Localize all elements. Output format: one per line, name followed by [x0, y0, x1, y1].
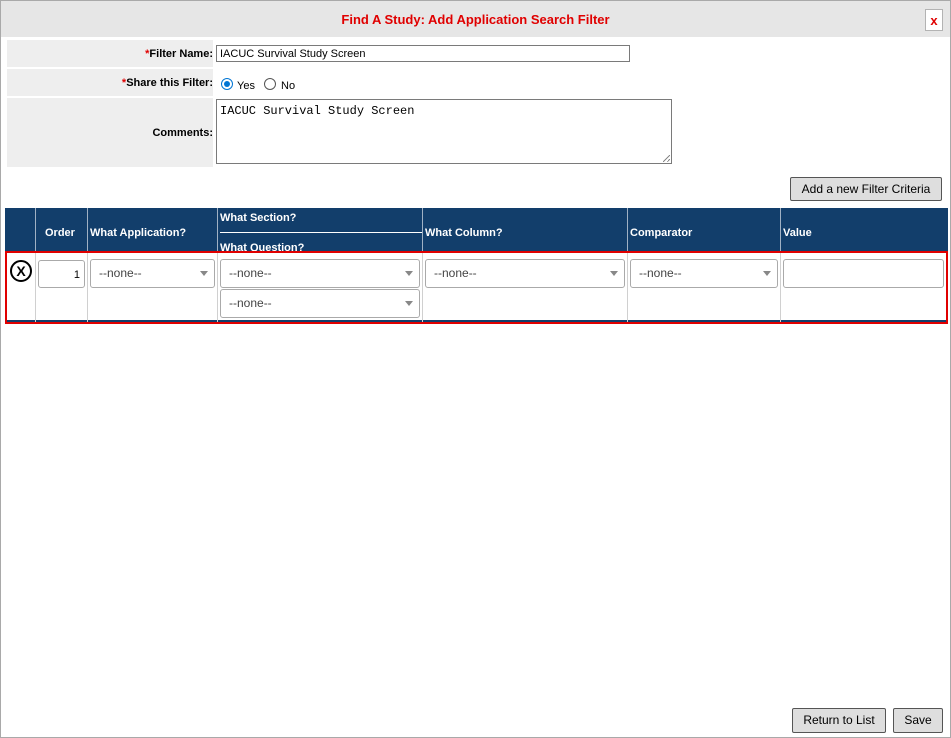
- close-button[interactable]: x: [925, 9, 943, 31]
- filter-name-label-cell: *Filter Name:: [7, 40, 213, 67]
- comments-label: Comments:: [152, 127, 213, 139]
- header-divider: [87, 208, 88, 251]
- header-comparator: Comparator: [630, 227, 693, 239]
- header-divider: [780, 208, 781, 251]
- header-order: Order: [45, 227, 75, 239]
- share-label-cell: *Share this Filter:: [7, 69, 213, 96]
- comments-textarea[interactable]: IACUC Survival Study Screen: [216, 99, 672, 164]
- header-divider: [422, 208, 423, 251]
- comments-text: IACUC Survival Study Screen: [220, 104, 415, 118]
- comments-label-cell: Comments:: [7, 98, 213, 167]
- save-button[interactable]: Save: [893, 708, 943, 733]
- row-highlight-box: [5, 251, 948, 324]
- filter-name-input[interactable]: [216, 45, 630, 62]
- add-filter-criteria-button[interactable]: Add a new Filter Criteria: [790, 177, 942, 201]
- header-value: Value: [783, 227, 812, 239]
- return-to-list-button[interactable]: Return to List: [792, 708, 886, 733]
- share-yes-radio[interactable]: [221, 78, 233, 90]
- share-no-label: No: [281, 80, 296, 92]
- share-yes-label: Yes: [237, 80, 255, 92]
- dialog-titlebar: Find A Study: Add Application Search Fil…: [1, 1, 950, 37]
- header-divider: [35, 208, 36, 251]
- resize-grip-icon[interactable]: [663, 155, 670, 162]
- header-question: What Question?: [220, 242, 305, 251]
- header-divider: [627, 208, 628, 251]
- header-section: What Section?: [220, 212, 297, 224]
- header-section-divider: [220, 232, 422, 233]
- criteria-table-header: Order What Application? What Section? Wh…: [5, 208, 948, 251]
- header-application: What Application?: [90, 227, 187, 239]
- filter-dialog: Find A Study: Add Application Search Fil…: [0, 0, 951, 738]
- share-filter-label: *Share this Filter:: [121, 77, 213, 89]
- header-divider: [217, 208, 218, 251]
- share-no-radio[interactable]: [264, 78, 276, 90]
- header-column: What Column?: [425, 227, 503, 239]
- dialog-title: Find A Study: Add Application Search Fil…: [341, 12, 610, 27]
- filter-name-label: *Filter Name:: [145, 48, 213, 60]
